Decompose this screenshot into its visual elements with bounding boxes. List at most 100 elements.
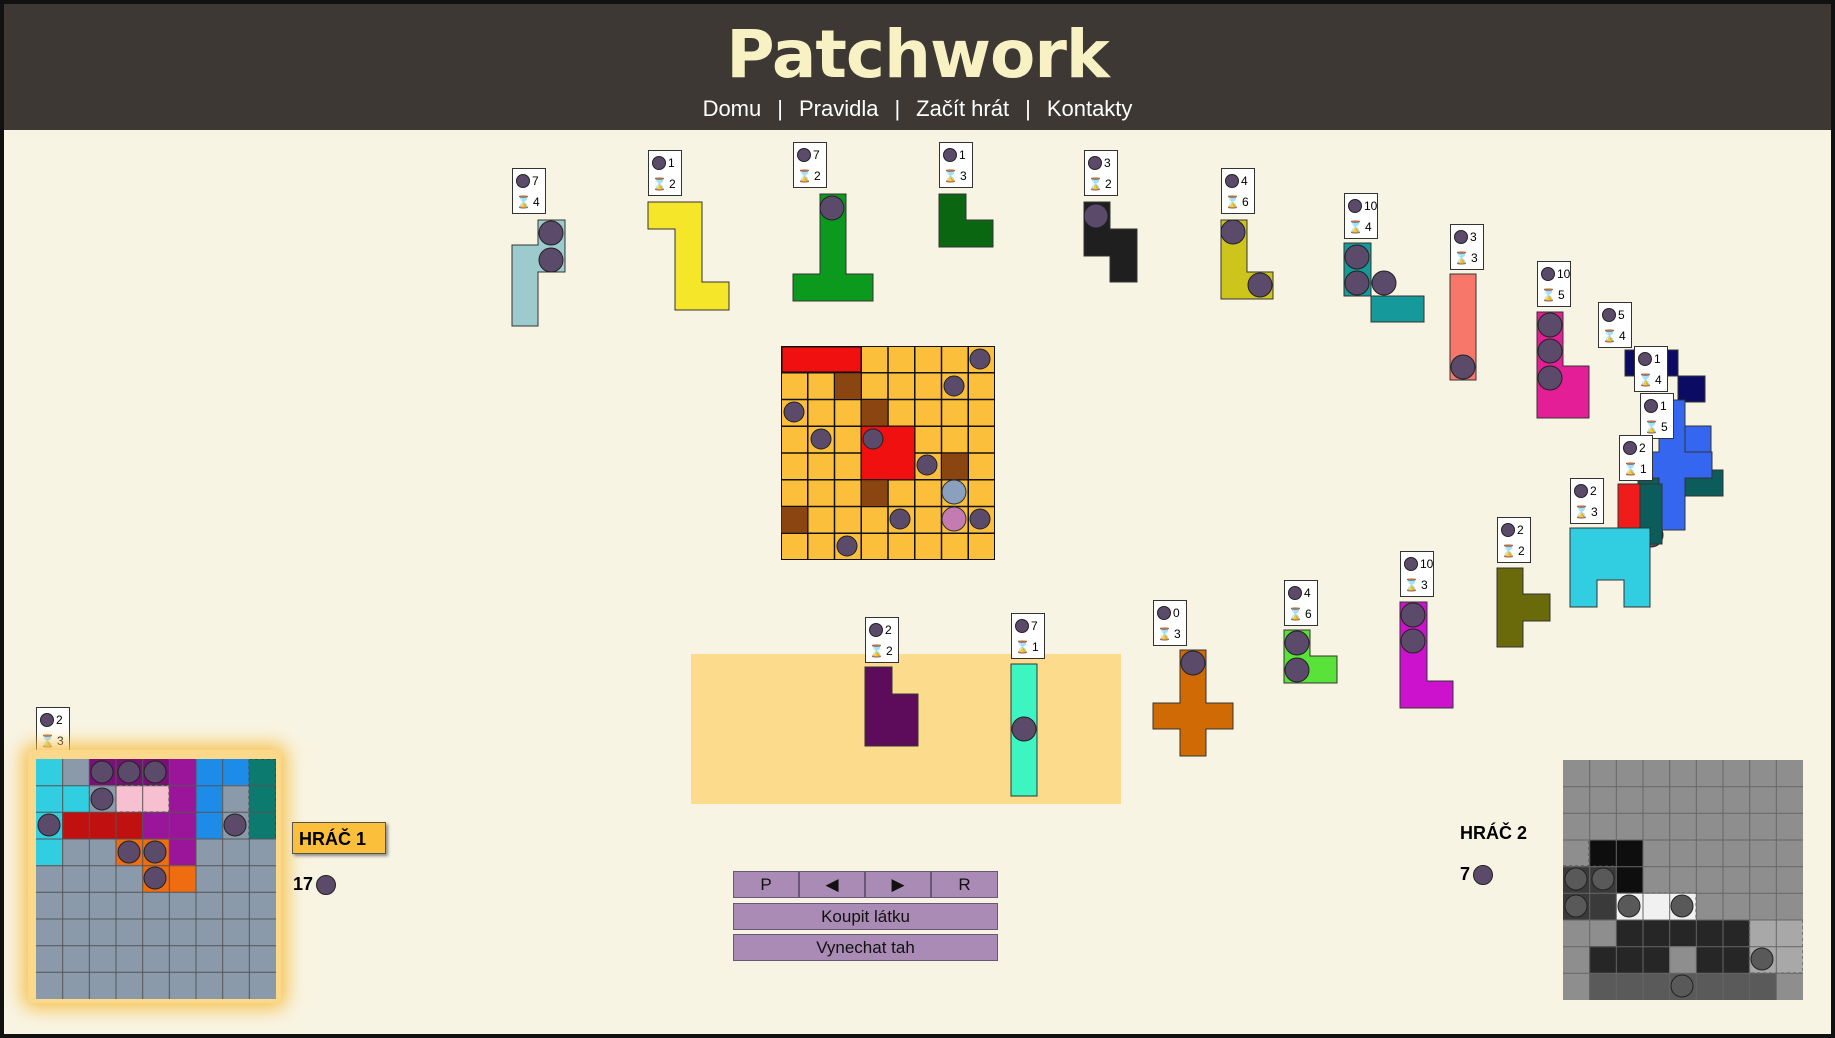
button-icon bbox=[1501, 523, 1515, 537]
button-icon bbox=[1541, 267, 1555, 281]
patch-label: 2 ⌛ 1 bbox=[1619, 435, 1653, 481]
button-icon bbox=[1454, 230, 1468, 244]
button-icon bbox=[1473, 864, 1494, 885]
buy-patch-button[interactable]: Koupit látku bbox=[733, 903, 998, 930]
nav-prev-button[interactable]: ◀ bbox=[799, 871, 865, 898]
patch-time: 6 bbox=[1241, 195, 1249, 209]
patch-time: 4 bbox=[532, 195, 540, 209]
patch-time: 4 bbox=[1654, 373, 1662, 387]
patch-label: 2 ⌛ 2 bbox=[865, 617, 899, 663]
patch-15[interactable] bbox=[1399, 601, 1454, 709]
button-icon bbox=[40, 713, 54, 727]
hourglass-icon: ⌛ bbox=[40, 734, 55, 748]
player1-money-value: 17 bbox=[293, 874, 314, 894]
button-icon bbox=[943, 148, 957, 162]
patch-time: 2 bbox=[885, 644, 893, 658]
patch-label: 2 ⌛ 2 bbox=[1497, 517, 1531, 563]
patch-cost: 4 bbox=[1304, 586, 1311, 600]
button-icon bbox=[1157, 606, 1171, 620]
patch-label: 1 ⌛ 3 bbox=[939, 142, 973, 188]
patch-cost: 1 bbox=[959, 148, 966, 162]
player2-board bbox=[1563, 760, 1803, 1000]
nav-first-button[interactable]: P bbox=[733, 871, 799, 898]
hourglass-icon: ⌛ bbox=[1404, 578, 1419, 592]
hourglass-icon: ⌛ bbox=[869, 644, 884, 658]
patch-time: 2 bbox=[813, 169, 821, 183]
patch-4[interactable] bbox=[1083, 201, 1138, 283]
button-icon bbox=[1288, 586, 1302, 600]
patch-cost: 7 bbox=[532, 174, 539, 188]
patch-2[interactable] bbox=[792, 193, 874, 302]
patch-time: 5 bbox=[1557, 288, 1565, 302]
patch-cost: 10 bbox=[1420, 557, 1434, 571]
hourglass-icon: ⌛ bbox=[1574, 505, 1589, 519]
patch-time: 3 bbox=[1590, 505, 1598, 519]
patch-19[interactable] bbox=[864, 666, 919, 747]
hourglass-icon: ⌛ bbox=[1157, 627, 1172, 641]
patch-label: 3 ⌛ 2 bbox=[1084, 150, 1118, 196]
button-icon bbox=[1404, 557, 1418, 571]
button-icon bbox=[1225, 174, 1239, 188]
patch-time: 2 bbox=[668, 177, 676, 191]
patch-label: 10 ⌛ 5 bbox=[1537, 261, 1571, 307]
patch-1[interactable] bbox=[647, 201, 730, 311]
patch-5[interactable] bbox=[1220, 219, 1274, 300]
patch-cost: 2 bbox=[1517, 523, 1524, 537]
hourglass-icon: ⌛ bbox=[1541, 288, 1556, 302]
patch-cost: 2 bbox=[885, 623, 892, 637]
patch-label: 7 ⌛ 4 bbox=[512, 168, 546, 214]
button-icon bbox=[1638, 352, 1652, 366]
button-icon bbox=[797, 148, 811, 162]
patch-time: 4 bbox=[1364, 220, 1372, 234]
hourglass-icon: ⌛ bbox=[516, 195, 531, 209]
patch-time: 1 bbox=[1031, 640, 1039, 654]
patch-cost: 7 bbox=[1031, 619, 1038, 633]
patch-time: 2 bbox=[1104, 177, 1112, 191]
patch-cost: 2 bbox=[1639, 441, 1646, 455]
patch-label: 4 ⌛ 6 bbox=[1221, 168, 1255, 214]
player1-bonus-label: 2 ⌛ 3 bbox=[36, 707, 70, 753]
patch-14[interactable] bbox=[1496, 567, 1551, 648]
nav-next-button[interactable]: ▶ bbox=[865, 871, 931, 898]
patch-3[interactable] bbox=[938, 193, 994, 248]
patch-label: 7 ⌛ 1 bbox=[1011, 613, 1045, 659]
patch-0[interactable] bbox=[511, 219, 566, 327]
skip-turn-button[interactable]: Vynechat tah bbox=[733, 934, 998, 961]
patch-time: 3 bbox=[959, 169, 967, 183]
patch-16[interactable] bbox=[1283, 629, 1338, 684]
player2-money-value: 7 bbox=[1460, 864, 1471, 884]
patch-13[interactable] bbox=[1569, 527, 1651, 608]
patch-cost: 5 bbox=[1618, 308, 1625, 322]
patch-time: 5 bbox=[1660, 420, 1668, 434]
button-icon bbox=[316, 874, 337, 895]
button-icon bbox=[1602, 308, 1616, 322]
player1-name: HRÁČ 1 bbox=[292, 822, 386, 854]
patch-cost: 1 bbox=[1660, 399, 1667, 413]
nav-last-button[interactable]: R bbox=[931, 871, 998, 898]
patch-label: 1 ⌛ 2 bbox=[648, 150, 682, 196]
player2-name: HRÁČ 2 bbox=[1460, 823, 1528, 843]
button-icon bbox=[652, 156, 666, 170]
patch-8[interactable] bbox=[1536, 311, 1590, 419]
patch-label: 0 ⌛ 3 bbox=[1153, 600, 1187, 646]
patch-time: 3 bbox=[1173, 627, 1181, 641]
patch-cost: 10 bbox=[1364, 199, 1378, 213]
hourglass-icon: ⌛ bbox=[1015, 640, 1030, 654]
hourglass-icon: ⌛ bbox=[1088, 177, 1103, 191]
patch-label: 3 ⌛ 3 bbox=[1450, 224, 1484, 270]
patch-cost: 4 bbox=[1241, 174, 1248, 188]
patch-label: 1 ⌛ 5 bbox=[1640, 393, 1674, 439]
patch-time: 3 bbox=[1470, 251, 1478, 265]
patch-cost: 2 bbox=[1590, 484, 1597, 498]
player2-money: 7 bbox=[1460, 864, 1495, 885]
button-icon bbox=[869, 623, 883, 637]
patch-time: 2 bbox=[1517, 544, 1525, 558]
button-icon bbox=[1088, 156, 1102, 170]
patch-label: 10 ⌛ 4 bbox=[1344, 193, 1378, 239]
patch-18[interactable] bbox=[1010, 663, 1038, 797]
patch-time: 1 bbox=[1639, 462, 1647, 476]
hourglass-icon: ⌛ bbox=[943, 169, 958, 183]
patch-7[interactable] bbox=[1449, 273, 1477, 381]
patch-6[interactable] bbox=[1343, 242, 1425, 323]
patch-17[interactable] bbox=[1152, 649, 1234, 757]
